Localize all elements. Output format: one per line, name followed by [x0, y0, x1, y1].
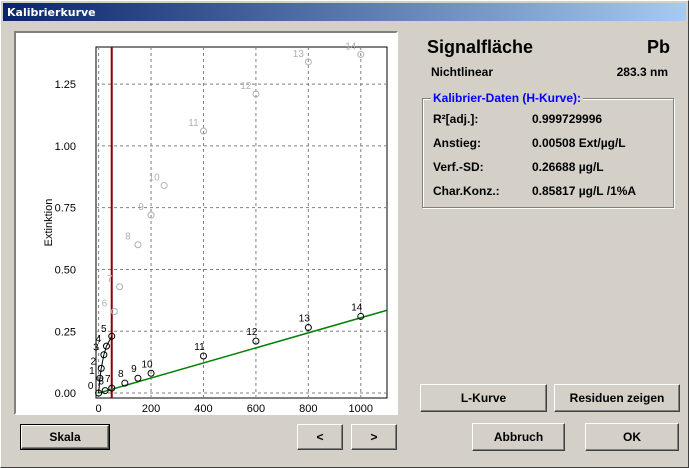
- raw-point-label: 11: [188, 118, 199, 129]
- x-tick-label: 400: [194, 403, 212, 415]
- r2-label: R²[adj.]:: [433, 112, 479, 126]
- cancel-button[interactable]: Abbruch: [472, 423, 565, 451]
- raw-point-label: 13: [293, 49, 305, 60]
- fitted-point-label: 7: [105, 374, 111, 385]
- fitted-point-label: 11: [194, 342, 205, 353]
- calibration-plot-panel: 0 200 400 600 800 1000 0.00 0.25 0.50 0.75 1.00 1.2…: [14, 31, 398, 415]
- calibration-chart: 0 200 400 600 800 1000 0.00 0.25 0.50 0.75 1.00 1.2…: [43, 41, 388, 415]
- fitted-point-label: 6: [98, 377, 104, 388]
- x-tick-label: 600: [247, 403, 265, 415]
- y-tick-label: 0.75: [55, 203, 76, 215]
- y-tick-label: 0.50: [55, 264, 76, 276]
- x-tick-label: 1000: [349, 403, 373, 415]
- wavelength-label: 283.3 nm: [616, 65, 668, 79]
- low-range-point-label: 2: [90, 356, 96, 367]
- y-tick-label: 0.00: [55, 388, 76, 400]
- raw-point-label: 14: [345, 41, 357, 52]
- fit-type-label: Nichtlinear: [431, 65, 494, 79]
- raw-point-label: 12: [240, 81, 252, 92]
- low-range-point-label: 4: [96, 334, 102, 345]
- previous-button[interactable]: <: [297, 424, 343, 450]
- fitted-point-label: 10: [141, 359, 153, 370]
- raw-point-label: 8: [125, 232, 131, 243]
- low-range-point-label: 1: [89, 366, 95, 377]
- r2-value: 0.999729996: [532, 112, 603, 126]
- low-range-point-label: 5: [101, 324, 107, 335]
- plot-frame: [95, 46, 388, 399]
- fitted-point-label: 9: [131, 364, 137, 375]
- next-button[interactable]: >: [351, 424, 397, 450]
- char-conc-label: Char.Konz.:: [433, 184, 500, 198]
- y-axis-title: Extinktion: [43, 199, 55, 247]
- method-sd-value: 0.26688 µg/L: [532, 160, 604, 174]
- raw-point-label: 10: [149, 172, 161, 183]
- low-range-point-label: 0: [88, 381, 94, 392]
- window-title: Kalibrierkurve: [3, 3, 686, 21]
- calibration-data-title: Kalibrier-Daten (H-Kurve):: [431, 91, 584, 105]
- signal-label: Signalfläche: [427, 37, 534, 57]
- scale-button[interactable]: Skala: [20, 424, 110, 450]
- char-conc-value: 0.85817 µg/L /1%A: [532, 184, 637, 198]
- fitted-point-label: 13: [299, 314, 311, 325]
- ok-button[interactable]: OK: [585, 423, 679, 451]
- slope-value: 0.00508 Ext/µg/L: [532, 136, 626, 150]
- raw-point-label: 6: [102, 298, 108, 309]
- y-tick-label: 1.00: [55, 141, 76, 153]
- raw-point-label: 7: [107, 274, 113, 285]
- element-label: Pb: [646, 37, 670, 57]
- y-tick-label: 0.25: [55, 326, 76, 338]
- l-curve-button[interactable]: L-Kurve: [420, 384, 547, 412]
- fitted-point-label: 14: [351, 302, 363, 313]
- method-sd-label: Verf.-SD:: [433, 160, 484, 174]
- fitted-point-label: 8: [118, 369, 124, 380]
- fitted-point-label: 12: [246, 327, 258, 338]
- calibration-curve-window: Kalibrierkurve 0 200 400 600 800 1000 0.00 0.25…: [0, 0, 689, 468]
- x-tick-label: 800: [299, 403, 317, 415]
- x-tick-label: 0: [96, 403, 102, 415]
- raw-point-label: 9: [138, 202, 144, 213]
- y-tick-label: 1.25: [55, 79, 76, 91]
- x-tick-label: 200: [142, 403, 160, 415]
- slope-label: Anstieg:: [433, 136, 481, 150]
- show-residuals-button[interactable]: Residuen zeigen: [554, 384, 680, 412]
